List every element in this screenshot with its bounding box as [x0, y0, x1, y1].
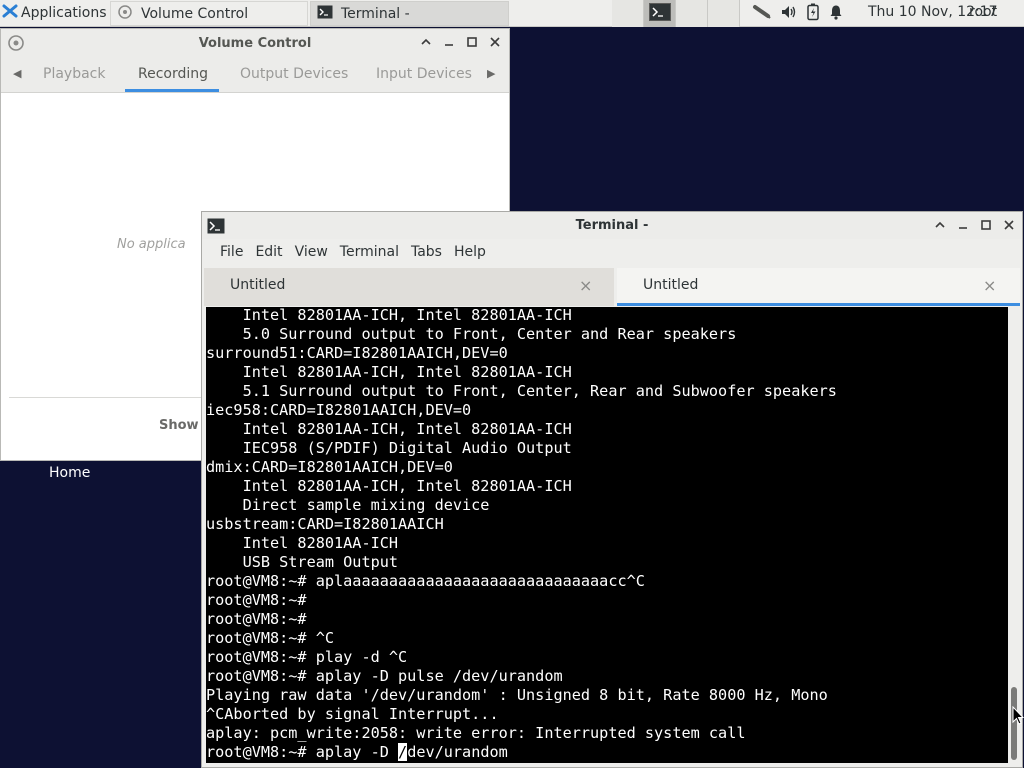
menu-help[interactable]: Help	[448, 244, 492, 260]
close-icon[interactable]	[1001, 217, 1017, 233]
no-applications-message: No applica	[117, 237, 186, 252]
applications-menu-button[interactable]: Applications	[0, 0, 111, 27]
desktop-home-label[interactable]: Home	[49, 465, 90, 481]
active-tab-indicator	[125, 89, 219, 92]
terminal-line: usbstream:CARD=I82801AAICH	[206, 515, 444, 533]
terminal-icon	[648, 2, 671, 25]
terminal-line: root@VM8:~#	[206, 610, 307, 628]
minimize-icon[interactable]	[955, 217, 971, 233]
terminal-line: Playing raw data '/dev/urandom' : Unsign…	[206, 686, 828, 704]
text-cursor: /	[398, 743, 408, 761]
workspace-switcher	[612, 0, 740, 27]
terminal-line: root@VM8:~# ^C	[206, 629, 335, 647]
maximize-icon[interactable]	[464, 34, 480, 50]
tab-scroll-left-icon[interactable]: ◀	[13, 67, 21, 80]
volume-separator	[9, 397, 209, 398]
tab-close-icon[interactable]: ×	[579, 276, 592, 295]
workspace-3[interactable]	[676, 0, 708, 27]
terminal-line: root@VM8:~#	[206, 591, 307, 609]
terminal-line: Intel 82801AA-ICH, Intel 82801AA-ICH	[206, 420, 572, 438]
terminal-output[interactable]: Intel 82801AA-ICH, Intel 82801AA-ICH 5.0…	[206, 307, 1008, 763]
tab-input-devices[interactable]: Input Devices	[376, 66, 472, 82]
volume-control-icon	[7, 34, 25, 56]
terminal-line: dmix:CARD=I82801AAICH,DEV=0	[206, 458, 453, 476]
terminal-line: Intel 82801AA-ICH, Intel 82801AA-ICH	[206, 307, 572, 324]
menu-edit[interactable]: Edit	[249, 244, 288, 260]
terminal-line: root@VM8:~# play -d ^C	[206, 648, 408, 666]
tab-scroll-right-icon[interactable]: ▶	[487, 67, 495, 80]
maximize-up-icon[interactable]	[418, 34, 434, 50]
close-icon[interactable]	[487, 34, 503, 50]
taskbar-volume-control[interactable]: Volume Control	[110, 1, 308, 26]
notification-bell-icon[interactable]	[828, 4, 844, 24]
volume-title-bar[interactable]: Volume Control	[1, 29, 509, 57]
terminal-line: Intel 82801AA-ICH, Intel 82801AA-ICH	[206, 363, 572, 381]
taskbar-terminal[interactable]: Terminal -	[310, 1, 509, 26]
terminal-line: 5.1 Surround output to Front, Center, Re…	[206, 382, 837, 400]
taskbar-volume-label: Volume Control	[141, 5, 249, 22]
network-icon[interactable]	[752, 4, 772, 24]
xfce-logo-icon	[2, 3, 18, 23]
mouse-pointer-icon	[1012, 705, 1024, 730]
tab-close-icon[interactable]: ×	[983, 276, 996, 295]
terminal-tab-1-label: Untitled	[230, 277, 286, 293]
speaker-icon[interactable]	[780, 4, 798, 24]
terminal-line: Intel 82801AA-ICH	[206, 534, 399, 552]
tab-playback[interactable]: Playback	[43, 66, 105, 82]
minimize-icon[interactable]	[441, 34, 457, 50]
workspace-2[interactable]	[644, 0, 676, 27]
terminal-text: Intel 82801AA-ICH, Intel 82801AA-ICH 5.0…	[206, 307, 837, 762]
prompt-after-cursor: dev/urandom	[407, 743, 508, 761]
tab-output-devices[interactable]: Output Devices	[240, 66, 348, 82]
terminal-prompt-line[interactable]: root@VM8:~# aplay -D /dev/urandom	[206, 743, 837, 762]
maximize-up-icon[interactable]	[932, 217, 948, 233]
terminal-line: Intel 82801AA-ICH, Intel 82801AA-ICH	[206, 477, 572, 495]
terminal-icon	[207, 217, 225, 239]
terminal-line: IEC958 (S/PDIF) Digital Audio Output	[206, 439, 572, 457]
terminal-line: root@VM8:~# aplay -D pulse /dev/urandom	[206, 667, 563, 685]
menu-view[interactable]: View	[289, 244, 334, 260]
terminal-menu-bar: File Edit View Terminal Tabs Help	[202, 239, 1022, 264]
terminal-line: surround51:CARD=I82801AAICH,DEV=0	[206, 344, 508, 362]
menu-file[interactable]: File	[214, 244, 249, 260]
maximize-icon[interactable]	[978, 217, 994, 233]
terminal-line: root@VM8:~# aplaaaaaaaaaaaaaaaaaaaaaaaaa…	[206, 572, 645, 590]
volume-window-title: Volume Control	[198, 35, 312, 51]
terminal-window: Terminal - File Edit View Terminal Tabs …	[201, 211, 1023, 768]
active-tab-indicator	[617, 303, 1020, 306]
show-filter-label: Show	[159, 418, 199, 433]
volume-tab-bar: ◀ Playback Recording Output Devices Inpu…	[1, 57, 509, 93]
terminal-window-title: Terminal -	[575, 218, 649, 233]
user-menu[interactable]: root	[969, 4, 997, 20]
top-panel: Applications Volume Control Terminal - T…	[0, 0, 1024, 27]
terminal-title-bar[interactable]: Terminal -	[202, 212, 1022, 239]
battery-icon[interactable]	[806, 3, 820, 25]
applications-label: Applications	[21, 5, 107, 21]
volume-control-icon	[117, 4, 133, 24]
terminal-line: ^CAborted by signal Interrupt...	[206, 705, 499, 723]
terminal-line: Direct sample mixing device	[206, 496, 490, 514]
workspace-1[interactable]	[612, 0, 644, 27]
terminal-scrollbar[interactable]	[1009, 307, 1021, 763]
taskbar-terminal-label: Terminal -	[341, 5, 410, 22]
terminal-icon	[317, 4, 333, 24]
terminal-line: iec958:CARD=I82801AAICH,DEV=0	[206, 401, 472, 419]
terminal-line: 5.0 Surround output to Front, Center and…	[206, 325, 737, 343]
tab-recording[interactable]: Recording	[138, 66, 208, 82]
workspace-4[interactable]	[708, 0, 740, 27]
menu-terminal[interactable]: Terminal	[334, 244, 405, 260]
terminal-tab-2[interactable]: Untitled ×	[617, 268, 1020, 306]
system-tray	[752, 0, 844, 27]
terminal-tab-1[interactable]: Untitled ×	[204, 268, 614, 306]
prompt-before-cursor: root@VM8:~# aplay -D	[206, 743, 399, 761]
terminal-tab-2-label: Untitled	[643, 277, 699, 293]
terminal-line: aplay: pcm_write:2058: write error: Inte…	[206, 724, 746, 742]
menu-tabs[interactable]: Tabs	[405, 244, 448, 260]
terminal-line: USB Stream Output	[206, 553, 399, 571]
terminal-tab-bar: Untitled × Untitled ×	[204, 268, 1020, 306]
